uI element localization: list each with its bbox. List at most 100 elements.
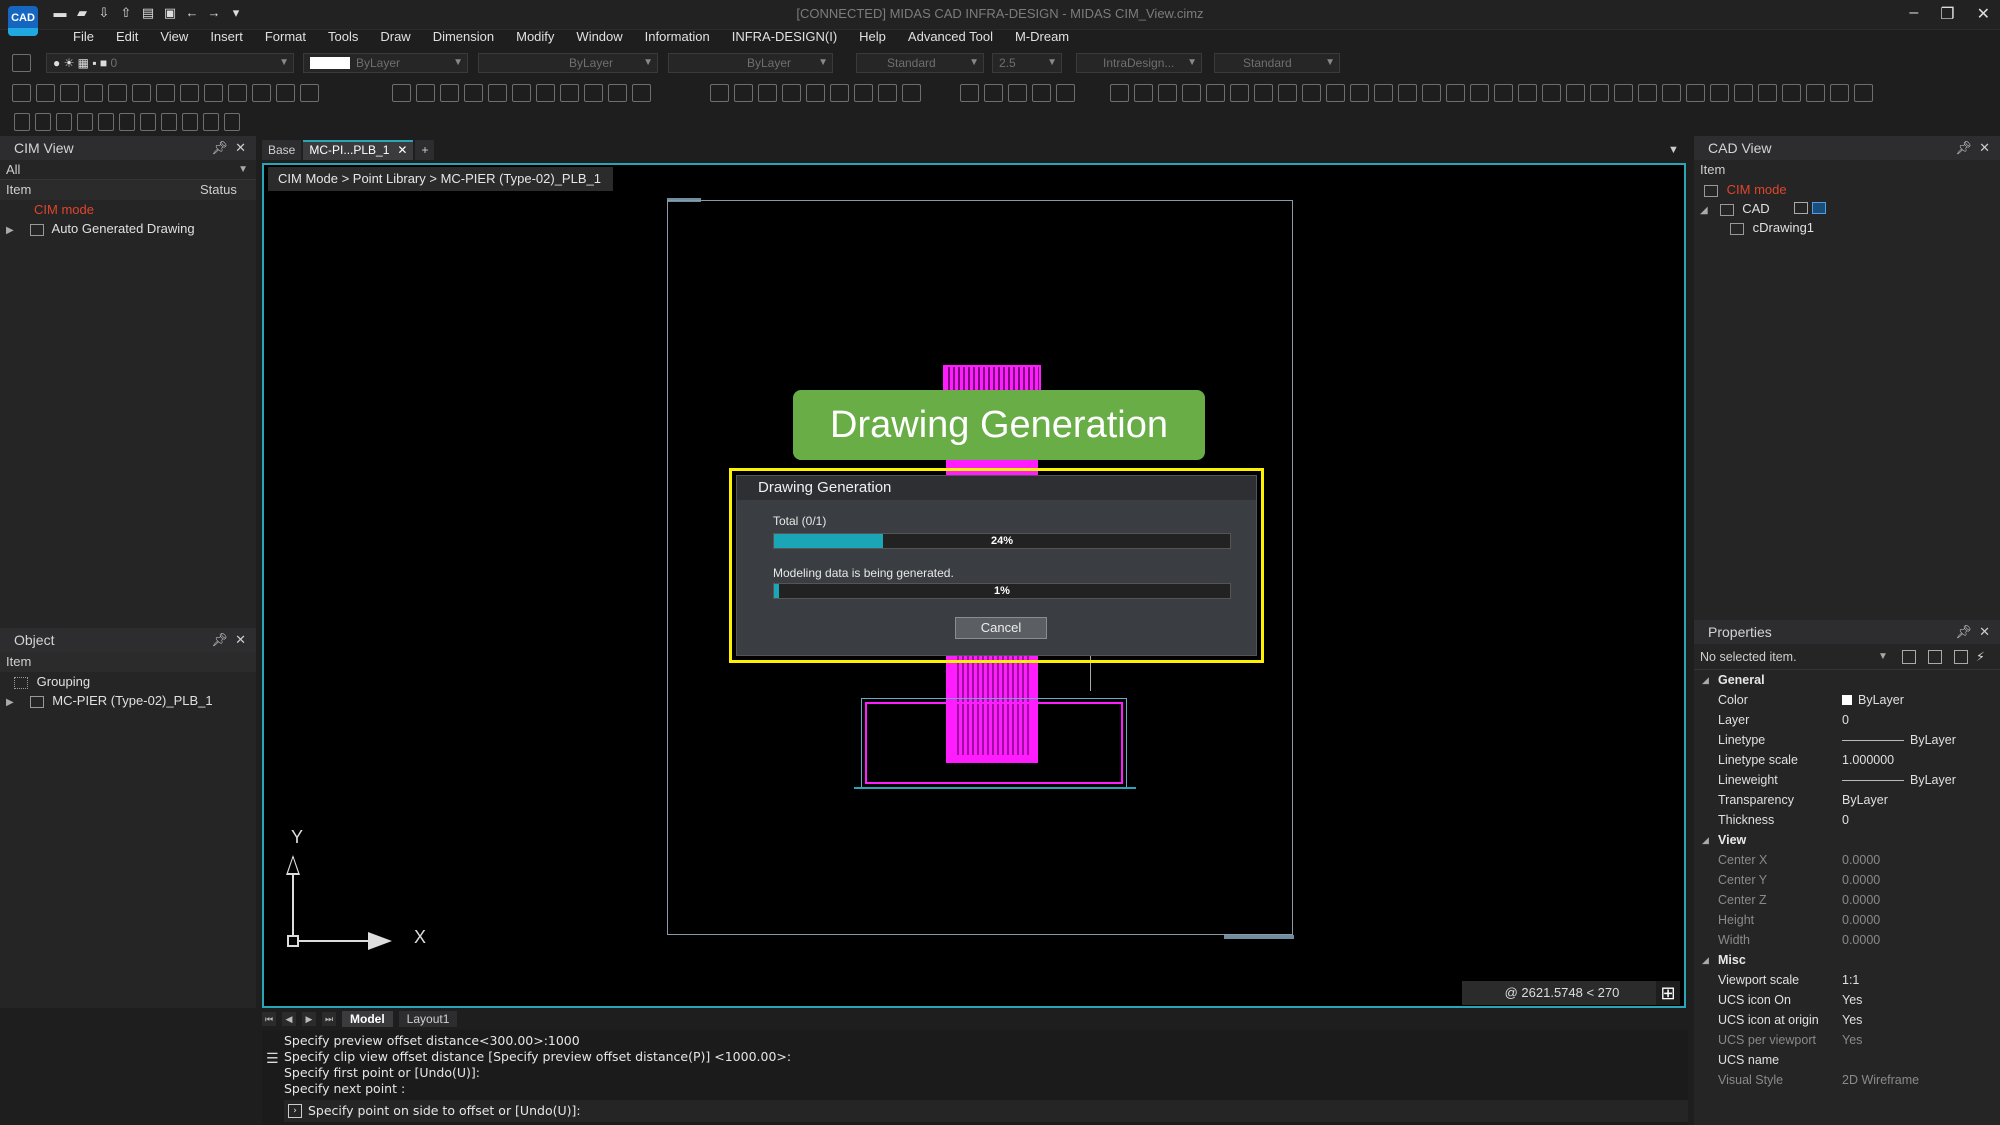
tool-icon[interactable] bbox=[536, 84, 555, 102]
tool-icon[interactable] bbox=[1158, 84, 1177, 102]
tool-icon[interactable] bbox=[56, 113, 72, 131]
tool-icon[interactable] bbox=[1710, 84, 1729, 102]
cim-view-filter[interactable]: All ▼ bbox=[0, 160, 256, 180]
menu-information[interactable]: Information bbox=[634, 28, 721, 46]
last-layout-icon[interactable]: ⏭ bbox=[322, 1012, 336, 1026]
tool-icon[interactable] bbox=[560, 84, 579, 102]
tool-icon[interactable] bbox=[1278, 84, 1297, 102]
prop-center-z[interactable]: Center Z 0.0000 bbox=[1694, 890, 2000, 910]
tool-icon[interactable] bbox=[806, 84, 825, 102]
prop-linetype[interactable]: Linetype ByLayer bbox=[1694, 730, 2000, 750]
tool-icon[interactable] bbox=[1422, 84, 1441, 102]
tool-icon[interactable] bbox=[1032, 84, 1051, 102]
prop-ucs-per-viewport[interactable]: UCS per viewport Yes bbox=[1694, 1030, 2000, 1050]
tool-icon[interactable] bbox=[203, 113, 219, 131]
tool-icon[interactable] bbox=[392, 84, 411, 102]
tool-icon[interactable] bbox=[98, 113, 114, 131]
tool-icon[interactable] bbox=[1302, 84, 1321, 102]
tool-icon[interactable] bbox=[1494, 84, 1513, 102]
linetype-combo[interactable]: ByLayer ▼ bbox=[478, 53, 658, 73]
pin-icon[interactable]: 📌︎ bbox=[211, 140, 228, 155]
tool-icon[interactable] bbox=[830, 84, 849, 102]
tool-icon[interactable] bbox=[1662, 84, 1681, 102]
tool-icon[interactable] bbox=[416, 84, 435, 102]
tab-mc-pier[interactable]: MC-PI...PLB_1 ✕ bbox=[303, 140, 414, 160]
model-view-icon[interactable] bbox=[1794, 202, 1808, 214]
close-tab-icon[interactable]: ✕ bbox=[397, 143, 407, 157]
viewport-layout-icon[interactable]: ⊞ bbox=[1656, 981, 1680, 1005]
tool-icon[interactable] bbox=[35, 113, 51, 131]
menu-advanced-tool[interactable]: Advanced Tool bbox=[897, 28, 1004, 46]
prop-ucs-icon-at-origin[interactable]: UCS icon at origin Yes bbox=[1694, 1010, 2000, 1030]
tab-base[interactable]: Base bbox=[262, 140, 302, 160]
tool-icon[interactable] bbox=[156, 84, 175, 102]
tool-icon[interactable] bbox=[1542, 84, 1561, 102]
prop-color[interactable]: Color ByLayer bbox=[1694, 690, 2000, 710]
prop-linetype-scale[interactable]: Linetype scale 1.000000 bbox=[1694, 750, 2000, 770]
tool-icon[interactable] bbox=[902, 84, 921, 102]
menu-modify[interactable]: Modify bbox=[505, 28, 565, 46]
tool-icon[interactable] bbox=[119, 113, 135, 131]
tree-item-cim-mode[interactable]: CIM mode bbox=[0, 200, 256, 219]
menu-window[interactable]: Window bbox=[565, 28, 633, 46]
restore-icon[interactable]: ❐ bbox=[1940, 4, 1954, 24]
menu-infra-design[interactable]: INFRA-DESIGN(I) bbox=[721, 28, 848, 46]
tree-item-cdrawing1[interactable]: cDrawing1 bbox=[1694, 218, 2000, 237]
tool-icon[interactable] bbox=[140, 113, 156, 131]
menu-format[interactable]: Format bbox=[254, 28, 317, 46]
tool-icon[interactable] bbox=[758, 84, 777, 102]
prop-lineweight[interactable]: Lineweight ByLayer bbox=[1694, 770, 2000, 790]
tab-layout1[interactable]: Layout1 bbox=[398, 1011, 458, 1027]
prop-width[interactable]: Width 0.0000 bbox=[1694, 930, 2000, 950]
tool-icon[interactable] bbox=[584, 84, 603, 102]
quick-select-icon[interactable] bbox=[1902, 650, 1916, 664]
color-combo[interactable]: ByLayer ▼ bbox=[303, 53, 468, 73]
group-misc[interactable]: ◢ Misc bbox=[1694, 950, 2000, 970]
tool-icon[interactable] bbox=[1446, 84, 1465, 102]
tool-icon[interactable] bbox=[1854, 84, 1873, 102]
tool-icon[interactable] bbox=[878, 84, 897, 102]
tool-icon[interactable] bbox=[1686, 84, 1705, 102]
tab-model[interactable]: Model bbox=[342, 1011, 393, 1027]
command-input[interactable]: › Specify point on side to offset or [Un… bbox=[284, 1100, 1688, 1122]
menu-m-dream[interactable]: M-Dream bbox=[1004, 28, 1080, 46]
tool-icon[interactable] bbox=[710, 84, 729, 102]
tree-item-cad[interactable]: ◢ CAD bbox=[1694, 199, 2000, 218]
tree-item-mc-pier[interactable]: ▶ MC-PIER (Type-02)_PLB_1 bbox=[0, 691, 256, 710]
layer-combo[interactable]: ● ☀ ▦ ▪ ■ 0 ▼ bbox=[46, 53, 294, 73]
tool-icon[interactable] bbox=[854, 84, 873, 102]
tool-icon[interactable] bbox=[60, 84, 79, 102]
tool-icon[interactable] bbox=[1398, 84, 1417, 102]
prop-ucs-name[interactable]: UCS name bbox=[1694, 1050, 2000, 1070]
tool-icon[interactable] bbox=[1374, 84, 1393, 102]
text-style-combo[interactable]: Standard ▼ bbox=[856, 53, 984, 73]
expand-icon[interactable]: ▶ bbox=[6, 693, 16, 712]
expand-icon[interactable]: ▶ bbox=[6, 221, 16, 240]
close-icon[interactable]: ✕ bbox=[235, 632, 246, 647]
tool-icon[interactable] bbox=[1614, 84, 1633, 102]
tool-icon[interactable] bbox=[276, 84, 295, 102]
tool-icon[interactable] bbox=[608, 84, 627, 102]
tool-icon[interactable] bbox=[464, 84, 483, 102]
pin-icon[interactable]: 📌︎ bbox=[211, 632, 228, 647]
tool-icon[interactable] bbox=[161, 113, 177, 131]
tree-item-auto-generated-drawing[interactable]: ▶ Auto Generated Drawing bbox=[0, 219, 256, 238]
menu-draw[interactable]: Draw bbox=[369, 28, 421, 46]
tool-icon[interactable] bbox=[180, 84, 199, 102]
tool-icon[interactable] bbox=[228, 84, 247, 102]
prop-thickness[interactable]: Thickness 0 bbox=[1694, 810, 2000, 830]
tree-item-grouping[interactable]: Grouping bbox=[0, 672, 256, 691]
toggle-pickadd-icon[interactable]: ⚡ bbox=[1976, 644, 1985, 670]
tool-icon[interactable] bbox=[1134, 84, 1153, 102]
layout-view-icon[interactable] bbox=[1812, 202, 1826, 214]
tool-icon[interactable] bbox=[14, 113, 30, 131]
prop-center-y[interactable]: Center Y 0.0000 bbox=[1694, 870, 2000, 890]
tool-icon[interactable] bbox=[782, 84, 801, 102]
menu-file[interactable]: File bbox=[62, 28, 105, 46]
select-objects-icon[interactable] bbox=[1928, 650, 1942, 664]
command-menu-icon[interactable]: ☰ bbox=[266, 1050, 279, 1067]
tool-icon[interactable] bbox=[1470, 84, 1489, 102]
tool-icon[interactable] bbox=[1638, 84, 1657, 102]
tool-icon[interactable] bbox=[1056, 84, 1075, 102]
tool-icon[interactable] bbox=[1806, 84, 1825, 102]
